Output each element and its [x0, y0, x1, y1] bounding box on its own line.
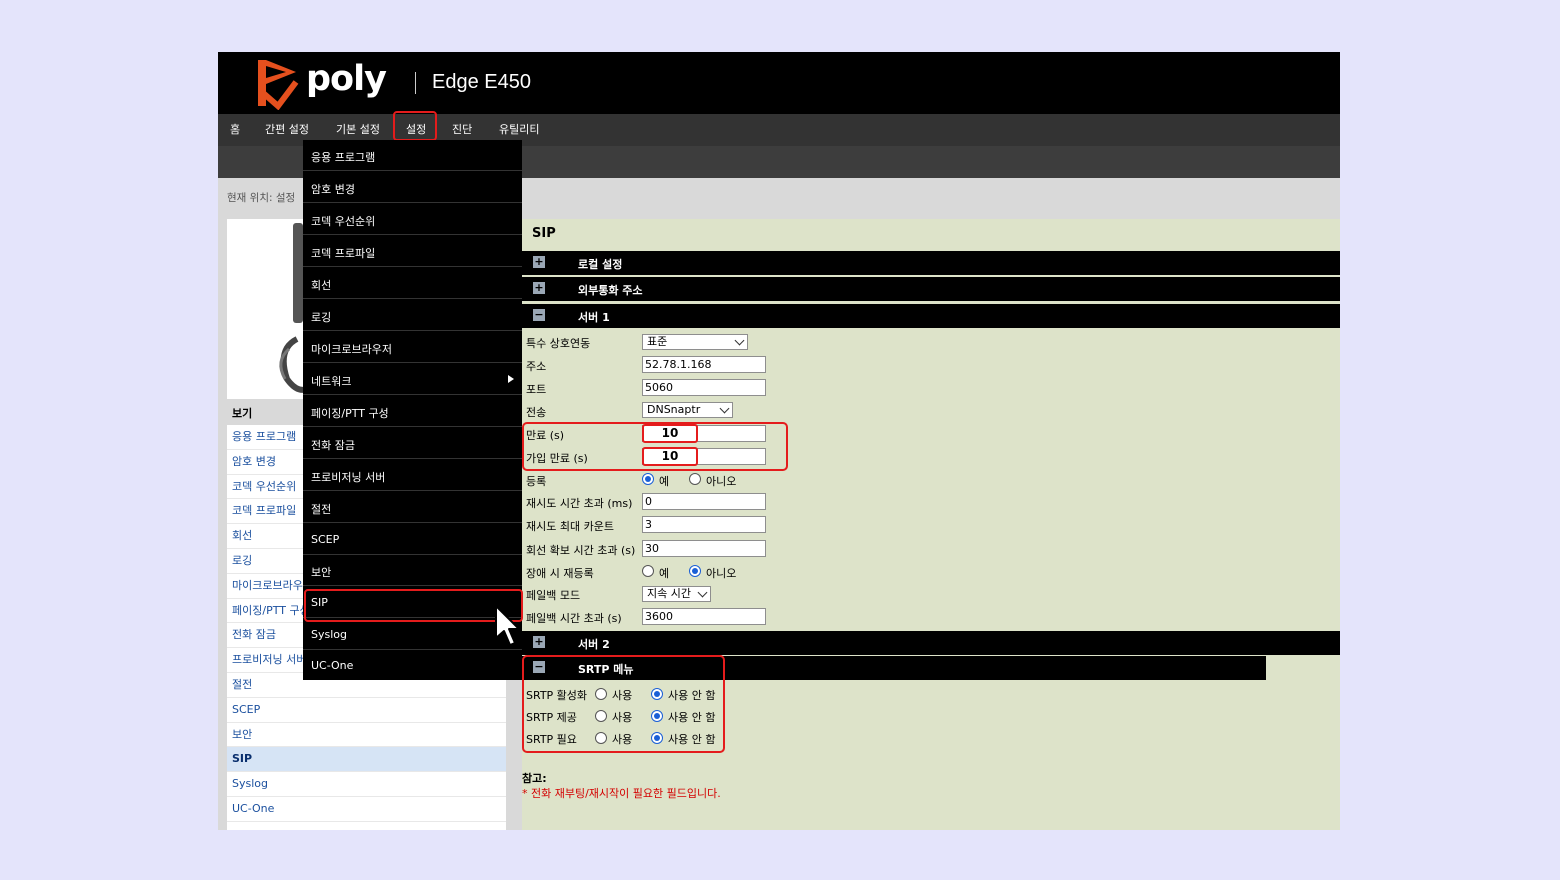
settings-highlight — [393, 111, 437, 141]
dd-item-security[interactable]: 보안 — [303, 555, 522, 586]
srtp-highlight — [522, 655, 725, 753]
main-panel: SIP + 로컬 설정 + 외부통화 주소 − 서버 1 특수 상호연동 표준 … — [522, 219, 1340, 830]
register-no-radio[interactable] — [689, 473, 701, 485]
left-item-uc-one[interactable]: UC-One — [227, 797, 506, 822]
submenu-arrow-icon — [508, 375, 514, 383]
page-title: SIP — [532, 226, 556, 241]
expand-icon[interactable]: + — [533, 282, 545, 294]
left-item-scep[interactable]: SCEP — [227, 698, 506, 723]
dd-item-network[interactable]: 네트워크 — [303, 364, 522, 395]
dd-item-lines[interactable]: 회선 — [303, 268, 522, 299]
expand-icon[interactable]: + — [533, 256, 545, 268]
register-yes-label: 예 — [659, 475, 670, 488]
label-retry-timeout: 재시도 시간 초과 (ms) — [526, 497, 633, 510]
label-transport: 전송 — [526, 406, 547, 419]
collapse-icon[interactable]: − — [533, 309, 545, 321]
sip-highlight — [304, 589, 523, 622]
label-port: 포트 — [526, 383, 547, 396]
model-name: Edge E450 — [432, 71, 531, 93]
label-failback-mode: 페일백 모드 — [526, 589, 581, 602]
label-retry-max: 재시도 최대 카운트 — [526, 520, 614, 533]
address-input[interactable]: 52.78.1.168 — [642, 356, 766, 373]
mouse-cursor-icon — [495, 605, 520, 646]
section-local-settings[interactable]: + 로컬 설정 — [522, 251, 1340, 275]
dd-item-phone-lock[interactable]: 전화 잠금 — [303, 428, 522, 459]
nav-home[interactable]: 홈 — [230, 114, 240, 146]
section-outbound-proxy[interactable]: + 외부통화 주소 — [522, 277, 1340, 301]
expand-icon[interactable]: + — [533, 636, 545, 648]
label-line-seize: 회선 확보 시간 초과 (s) — [526, 544, 636, 557]
dd-item-codec-profile[interactable]: 코덱 프로파일 — [303, 236, 522, 267]
dd-item-scep[interactable]: SCEP — [303, 524, 522, 555]
note-title: 참고: — [522, 772, 547, 785]
header: poly Edge E450 — [218, 52, 1340, 114]
retry-timeout-input[interactable]: 0 — [642, 493, 766, 510]
fail-rereg-no-radio[interactable] — [689, 565, 701, 577]
label-expires: 만료 (s) — [526, 429, 565, 442]
line-seize-input[interactable]: 30 — [642, 540, 766, 557]
header-divider — [415, 72, 416, 94]
left-item-sip[interactable]: SIP — [227, 747, 506, 773]
dd-item-microbrowser[interactable]: 마이크로브라우저 — [303, 332, 522, 363]
label-fail-rereg: 장애 시 재등록 — [526, 567, 594, 580]
dd-item-applications[interactable]: 응용 프로그램 — [303, 140, 522, 171]
dd-item-power-saving[interactable]: 절전 — [303, 492, 522, 523]
left-item-syslog[interactable]: Syslog — [227, 772, 506, 797]
note-text: * 전화 재부팅/재시작이 필요한 필드입니다. — [522, 787, 721, 800]
label-address: 주소 — [526, 360, 547, 373]
fail-rereg-yes-radio[interactable] — [642, 565, 654, 577]
section-server-2[interactable]: + 서버 2 — [522, 631, 1340, 655]
label-sub-expires: 가입 만료 (s) — [526, 452, 588, 465]
breadcrumb: 현재 위치: 설정 — [227, 192, 296, 204]
dd-item-change-password[interactable]: 암호 변경 — [303, 172, 522, 203]
special-interop-select[interactable]: 표준 — [642, 334, 748, 350]
register-yes-radio[interactable] — [642, 473, 654, 485]
chevron-down-icon — [697, 587, 708, 598]
failback-mode-select[interactable]: 지속 시간 — [642, 586, 711, 602]
sub-expires-value: 10 — [642, 447, 698, 466]
dd-item-provisioning[interactable]: 프로비저닝 서버 — [303, 460, 522, 491]
dd-item-paging[interactable]: 페이징/PTT 구성 — [303, 396, 522, 427]
dd-item-uc-one[interactable]: UC-One — [303, 650, 522, 681]
label-special-interop: 특수 상호연동 — [526, 337, 591, 350]
failback-timeout-input[interactable]: 3600 — [642, 608, 766, 625]
chevron-down-icon — [734, 335, 745, 346]
retry-max-input[interactable]: 3 — [642, 516, 766, 533]
register-no-label: 아니오 — [706, 475, 737, 488]
dd-item-codec-priority[interactable]: 코덱 우선순위 — [303, 204, 522, 235]
app-window: poly Edge E450 홈 간편 설정 기본 설정 설정 진단 유틸리티 … — [218, 52, 1340, 830]
label-failback-timeout: 페일백 시간 초과 (s) — [526, 612, 622, 625]
expires-value: 10 — [642, 424, 698, 443]
left-item-security[interactable]: 보안 — [227, 723, 506, 748]
transport-select[interactable]: DNSnaptr — [642, 402, 733, 418]
brand-name: poly — [306, 59, 387, 99]
dd-item-syslog[interactable]: Syslog — [303, 619, 522, 650]
fail-rereg-yes-label: 예 — [659, 567, 670, 580]
dd-item-logging[interactable]: 로깅 — [303, 300, 522, 331]
chevron-down-icon — [719, 403, 730, 414]
port-input[interactable]: 5060 — [642, 379, 766, 396]
fail-rereg-no-label: 아니오 — [706, 567, 737, 580]
section-server-1[interactable]: − 서버 1 — [522, 304, 1340, 328]
label-register: 등록 — [526, 475, 547, 488]
